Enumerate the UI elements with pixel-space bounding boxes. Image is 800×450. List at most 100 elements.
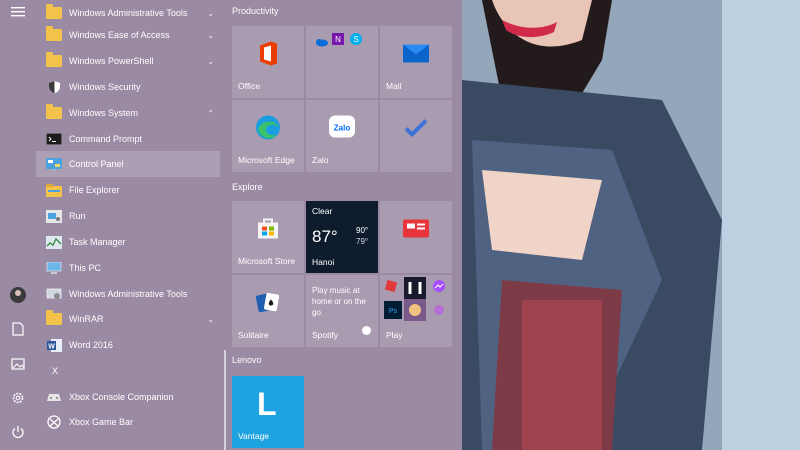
word-icon: W <box>46 338 62 352</box>
tile-news[interactable] <box>380 201 452 273</box>
solitaire-icon <box>255 291 281 320</box>
tile-office[interactable]: Office <box>232 26 304 98</box>
app-item-windows-powershell[interactable]: Windows PowerShell ⌄ <box>36 48 220 74</box>
app-item-label: Windows Security <box>69 82 141 92</box>
scrollbar[interactable] <box>224 350 226 450</box>
tile-vantage[interactable]: L Vantage <box>232 376 304 448</box>
file-explorer-icon <box>46 183 62 197</box>
edge-icon <box>255 115 281 146</box>
todo-icon <box>404 119 428 142</box>
start-menu: Windows Administrative Tools ⌄ Windows E… <box>0 0 462 450</box>
zalo-icon: Zalo <box>329 115 355 145</box>
news-icon <box>403 219 429 243</box>
user-avatar[interactable] <box>8 285 28 305</box>
tile-label: Office <box>238 81 261 91</box>
tile-label: Solitaire <box>238 330 269 340</box>
cmd-icon <box>46 132 62 146</box>
roblox-icon <box>384 279 398 298</box>
run-icon <box>46 209 62 223</box>
tile-spotify[interactable]: Play music at home or on the go. Spotify <box>306 275 378 347</box>
control-panel-icon <box>46 157 62 171</box>
this-pc-icon <box>46 261 62 275</box>
tile-label: Play <box>386 330 403 340</box>
start-rail <box>0 0 36 450</box>
app-item-label: WinRAR <box>69 314 104 324</box>
app-item-label: Windows PowerShell <box>69 56 154 66</box>
app-item-label: Run <box>69 211 86 221</box>
tile-label: Zalo <box>312 155 329 165</box>
tile-todo[interactable] <box>380 100 452 172</box>
app-item-winrar[interactable]: WinRAR ⌄ <box>36 306 220 332</box>
app-item-label: Windows Administrative Tools <box>69 8 188 18</box>
tile-label: Microsoft Store <box>238 256 296 266</box>
weather-condition: Clear <box>312 206 333 216</box>
app-item-label: File Explorer <box>69 185 120 195</box>
vantage-logo: L <box>257 386 277 422</box>
app-item-word-2016[interactable]: W Word 2016 <box>36 332 220 358</box>
desktop-wallpaper <box>462 0 800 450</box>
app-item-label: Xbox Console Companion <box>69 392 174 402</box>
app-item-windows-administrative-tools[interactable]: Windows Administrative Tools <box>36 281 220 307</box>
group-title-productivity[interactable]: Productivity <box>232 6 279 16</box>
tile-play[interactable]: Ps Play <box>380 275 452 347</box>
tile-weather[interactable]: Clear 87° 90° 79° Hanoi <box>306 201 378 273</box>
app-item-file-explorer[interactable]: File Explorer <box>36 177 220 203</box>
tile-microsoft-edge[interactable]: Microsoft Edge <box>232 100 304 172</box>
folder-icon <box>46 26 62 42</box>
spotify-icon <box>362 322 371 340</box>
app-item-label: Windows Ease of Access <box>69 30 170 40</box>
tile-label: Spotify <box>312 330 338 340</box>
app-item-windows-ease-of-access[interactable]: Windows Ease of Access ⌄ <box>36 22 220 48</box>
group-title-lenovo[interactable]: Lenovo <box>232 355 262 365</box>
app-item-run[interactable]: Run <box>36 203 220 229</box>
folder-icon <box>46 104 62 120</box>
tile-microsoft-store[interactable]: Microsoft Store <box>232 201 304 273</box>
app-item-xbox-game-bar[interactable]: Xbox Game Bar <box>36 409 220 435</box>
app-item-label: Windows System <box>69 108 139 118</box>
app-item-label: Word 2016 <box>69 340 113 350</box>
zalo-logo-text: Zalo <box>334 124 351 133</box>
game-icon <box>404 299 426 326</box>
folder-icon <box>46 52 62 68</box>
flower-icon <box>432 303 446 322</box>
svg-text:S: S <box>353 35 358 44</box>
onedrive-icon <box>314 34 328 52</box>
pictures-icon[interactable] <box>8 354 28 374</box>
letter-header: X <box>52 366 59 376</box>
weather-temp: 87° <box>312 227 338 246</box>
store-icon <box>256 217 280 246</box>
svg-text:W: W <box>48 343 55 350</box>
app-item-windows-security[interactable]: Windows Security <box>36 74 220 100</box>
menu-icon[interactable] <box>8 2 28 22</box>
admin-tools-icon <box>46 287 62 301</box>
app-item-command-prompt[interactable]: Command Prompt <box>36 126 220 152</box>
task-manager-icon <box>46 235 62 249</box>
tiles-area: Productivity Office N S Mail Microsoft E… <box>232 0 462 450</box>
app-item-label: Xbox Game Bar <box>69 417 134 427</box>
app-item-task-manager[interactable]: Task Manager <box>36 229 220 255</box>
tile-solitaire[interactable]: Solitaire <box>232 275 304 347</box>
documents-icon[interactable] <box>8 319 28 339</box>
chevron-down-icon: ⌄ <box>207 8 214 18</box>
chevron-up-icon: ⌃ <box>207 108 214 118</box>
weather-high: 90° <box>356 226 369 235</box>
app-item-label: This PC <box>69 263 102 273</box>
spotify-promo-text: Play music at home or on the go. <box>312 286 366 317</box>
messenger-icon <box>432 279 446 298</box>
xbox-game-bar-icon <box>46 415 62 429</box>
power-icon[interactable] <box>8 422 28 442</box>
app-item-this-pc[interactable]: This PC <box>36 255 220 281</box>
tile-folder-onedrive-onenote-skype[interactable]: N S <box>306 26 378 98</box>
folder-icon <box>46 310 62 326</box>
app-item-windows-system[interactable]: Windows System ⌃ <box>36 100 220 126</box>
app-letter-header-x[interactable]: X <box>36 358 220 384</box>
tile-zalo[interactable]: Zalo Zalo <box>306 100 378 172</box>
app-item-control-panel[interactable]: Control Panel <box>36 151 220 177</box>
group-title-explore[interactable]: Explore <box>232 182 263 192</box>
weather-city: Hanoi <box>312 257 335 267</box>
app-item-label: Task Manager <box>69 237 126 247</box>
tile-mail[interactable]: Mail <box>380 26 452 98</box>
settings-icon[interactable] <box>8 388 28 408</box>
app-item-xbox-console-companion[interactable]: Xbox Console Companion <box>36 384 220 410</box>
chevron-down-icon: ⌄ <box>207 56 214 66</box>
